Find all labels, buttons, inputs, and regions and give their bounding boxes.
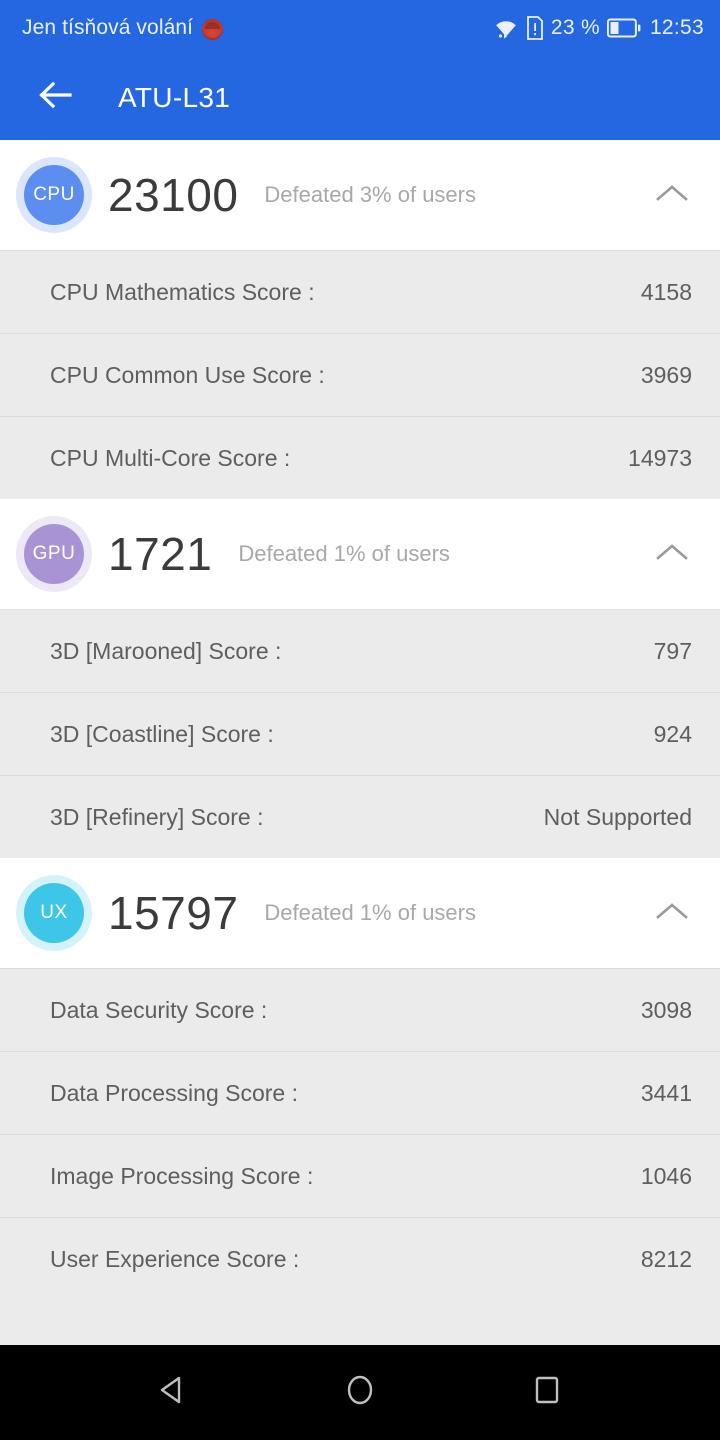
row-value: 8212	[640, 1245, 692, 1272]
back-button[interactable]	[36, 79, 74, 117]
table-row: CPU Mathematics Score : 4158	[0, 250, 720, 333]
page-title: ATU-L31	[118, 81, 231, 113]
android-nav-bar	[0, 1345, 720, 1440]
gpu-collapse-toggle[interactable]	[650, 532, 694, 576]
sim-card-alert-icon	[526, 15, 544, 40]
table-row: User Experience Score : 8212	[0, 1217, 720, 1300]
badge-wrap-ux: UX	[0, 883, 108, 943]
benchmark-list: CPU 23100 Defeated 3% of users CPU Mathemat…	[0, 140, 720, 1345]
clock-label: 12:53	[649, 15, 704, 39]
ux-score: 15797	[108, 887, 239, 939]
status-bar-right: 23 % 12:53	[493, 16, 704, 40]
nav-recents-square-icon	[530, 1373, 564, 1412]
gpu-defeated-label: Defeated 1% of users	[238, 541, 450, 566]
row-value: 924	[653, 720, 692, 747]
nav-home-circle-icon	[343, 1373, 377, 1412]
row-label: CPU Multi-Core Score :	[50, 444, 291, 471]
table-row: 3D [Coastline] Score : 924	[0, 692, 720, 775]
row-label: CPU Common Use Score :	[50, 361, 325, 388]
row-value: 3441	[640, 1079, 692, 1106]
section-header-gpu[interactable]: GPU 1721 Defeated 1% of users	[0, 499, 720, 609]
ux-badge-icon: UX	[24, 883, 84, 943]
status-bar: Jen tísňová volání 23 % 12:53	[0, 0, 720, 55]
row-value: 14973	[628, 444, 692, 471]
cpu-collapse-toggle[interactable]	[650, 173, 694, 217]
table-row: CPU Common Use Score : 3969	[0, 333, 720, 416]
status-bar-left: Jen tísňová volání	[22, 15, 224, 40]
chevron-up-icon	[655, 183, 689, 208]
nav-home-button[interactable]	[325, 1358, 395, 1428]
app-bar: ATU-L31	[0, 55, 720, 140]
cpu-badge-icon: CPU	[24, 165, 84, 225]
row-value: 3098	[640, 996, 692, 1023]
cpu-score: 23100	[108, 169, 239, 221]
nav-recents-button[interactable]	[512, 1358, 582, 1428]
gpu-badge-icon: GPU	[24, 524, 84, 584]
table-row: Data Security Score : 3098	[0, 968, 720, 1051]
table-row: 3D [Refinery] Score : Not Supported	[0, 775, 720, 858]
row-value: 797	[653, 637, 692, 664]
chevron-up-icon	[655, 542, 689, 567]
battery-icon	[606, 18, 641, 38]
row-label: Data Processing Score :	[50, 1079, 299, 1106]
table-row: 3D [Marooned] Score : 797	[0, 609, 720, 692]
ux-collapse-toggle[interactable]	[650, 891, 694, 935]
section-header-cpu[interactable]: CPU 23100 Defeated 3% of users	[0, 140, 720, 250]
row-label: 3D [Refinery] Score :	[50, 803, 264, 830]
nav-back-triangle-icon	[156, 1373, 190, 1412]
notification-emoji-icon	[202, 19, 224, 40]
row-value: 4158	[640, 278, 692, 305]
row-label: 3D [Coastline] Score :	[50, 720, 274, 747]
cpu-defeated-label: Defeated 3% of users	[264, 182, 476, 207]
section-header-ux[interactable]: UX 15797 Defeated 1% of users	[0, 858, 720, 968]
gpu-score: 1721	[108, 528, 213, 580]
row-value: 1046	[640, 1162, 692, 1189]
row-label: User Experience Score :	[50, 1245, 300, 1272]
row-value: Not Supported	[543, 803, 692, 830]
table-row: Image Processing Score : 1046	[0, 1134, 720, 1217]
badge-wrap-gpu: GPU	[0, 524, 108, 584]
wifi-icon	[493, 17, 519, 39]
nav-back-button[interactable]	[138, 1358, 208, 1428]
row-label: CPU Mathematics Score :	[50, 278, 315, 305]
table-row: CPU Multi-Core Score : 14973	[0, 416, 720, 499]
ux-defeated-label: Defeated 1% of users	[264, 900, 476, 925]
row-label: 3D [Marooned] Score :	[50, 637, 282, 664]
table-row: Data Processing Score : 3441	[0, 1051, 720, 1134]
row-label: Data Security Score :	[50, 996, 268, 1023]
row-label: Image Processing Score :	[50, 1162, 314, 1189]
battery-percent-label: 23 %	[550, 15, 600, 39]
arrow-back-icon	[37, 80, 73, 115]
row-value: 3969	[640, 361, 692, 388]
carrier-label: Jen tísňová volání	[22, 15, 194, 39]
badge-wrap-cpu: CPU	[0, 165, 108, 225]
chevron-up-icon	[655, 901, 689, 926]
app-root: Jen tísňová volání 23 % 12:53 ATU-L31 CP…	[0, 0, 720, 1440]
